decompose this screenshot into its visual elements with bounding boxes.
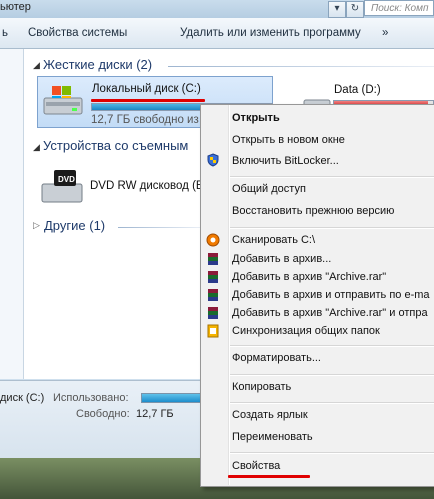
antivirus-icon xyxy=(206,233,220,247)
menu-separator xyxy=(230,176,434,178)
address-bar-text[interactable]: ьютер xyxy=(0,1,31,13)
refresh-icon[interactable]: ↻ xyxy=(346,1,364,18)
menu-item-add-archive[interactable]: Добавить в архив... xyxy=(232,253,331,265)
menu-item-add-archive-email[interactable]: Добавить в архив и отправить по e-ma xyxy=(232,289,430,301)
dvd-icon-text: DVD xyxy=(58,175,75,184)
toolbar-item-partial[interactable]: ь xyxy=(2,27,8,39)
menu-item-restore-version[interactable]: Восстановить прежнюю версию xyxy=(232,205,394,217)
menu-item-open[interactable]: Открыть xyxy=(232,112,280,124)
collapse-arrow-icon[interactable]: ◢ xyxy=(33,60,40,71)
details-free-label: Свободно: xyxy=(76,408,130,420)
menu-separator xyxy=(230,374,434,376)
details-free-value: 12,7 ГБ xyxy=(136,408,174,420)
uninstall-program-button[interactable]: Удалить или изменить программу xyxy=(180,27,361,39)
drive-c-free-space: 12,7 ГБ свободно из xyxy=(91,114,199,126)
dvd-drive-icon xyxy=(41,170,83,203)
menu-item-add-archive-rar[interactable]: Добавить в архив "Archive.rar" xyxy=(232,271,386,283)
menu-item-bitlocker[interactable]: Включить BitLocker... xyxy=(232,155,339,167)
group-header-hard-disks[interactable]: Жесткие диски (2) xyxy=(43,57,152,72)
menu-separator xyxy=(230,452,434,454)
menu-item-sharing[interactable]: Общий доступ xyxy=(232,183,306,195)
details-used-label: Использовано: xyxy=(53,392,129,404)
menu-item-open-new-window[interactable]: Открыть в новом окне xyxy=(232,134,345,146)
menu-separator xyxy=(230,227,434,229)
highlight-underline xyxy=(91,99,205,102)
winrar-icon xyxy=(208,253,218,265)
drive-c-name: Локальный диск (C:) xyxy=(92,83,201,95)
search-input[interactable]: Поиск: Комп xyxy=(364,0,434,16)
address-dropdown-button[interactable]: ▾ xyxy=(328,1,346,18)
menu-item-scan[interactable]: Сканировать C:\ xyxy=(232,234,315,246)
system-properties-button[interactable]: Свойства системы xyxy=(28,27,127,39)
group-header-other[interactable]: Другие (1) xyxy=(44,218,105,233)
expand-arrow-icon[interactable]: ▷ xyxy=(33,220,40,231)
details-usage-bar xyxy=(141,393,201,403)
menu-item-rename[interactable]: Переименовать xyxy=(232,431,313,443)
menu-icon-gutter xyxy=(228,105,230,485)
shield-icon xyxy=(207,153,219,167)
menu-item-add-archive-rar-email[interactable]: Добавить в архив "Archive.rar" и отпра xyxy=(232,307,428,319)
menu-separator xyxy=(230,402,434,404)
menu-item-properties[interactable]: Свойства xyxy=(232,460,280,472)
command-toolbar: ь Свойства системы Удалить или изменить … xyxy=(0,18,434,49)
group-divider xyxy=(118,227,200,228)
winrar-icon xyxy=(208,289,218,301)
sync-icon xyxy=(207,324,219,338)
menu-item-copy[interactable]: Копировать xyxy=(232,381,291,393)
navigation-pane[interactable] xyxy=(0,49,24,379)
winrar-icon xyxy=(208,307,218,319)
menu-separator xyxy=(230,345,434,347)
menu-item-format[interactable]: Форматировать... xyxy=(232,352,321,364)
menu-item-create-shortcut[interactable]: Создать ярлык xyxy=(232,409,308,421)
menu-item-sync[interactable]: Синхронизация общих папок xyxy=(232,325,380,337)
dvd-drive-name[interactable]: DVD RW дисковод (E xyxy=(90,180,204,192)
group-header-removable[interactable]: Устройства со съемным xyxy=(43,138,188,153)
hard-drive-icon xyxy=(43,86,83,115)
group-divider xyxy=(168,66,434,67)
drive-d-name[interactable]: Data (D:) xyxy=(334,84,381,96)
details-drive-name: диск (C:) xyxy=(0,392,45,404)
winrar-icon xyxy=(208,271,218,283)
collapse-arrow-icon[interactable]: ◢ xyxy=(33,142,40,153)
highlight-underline xyxy=(228,475,310,478)
title-bar: ьютер ▾ ↻ Поиск: Комп xyxy=(0,0,434,18)
toolbar-overflow-button[interactable]: » xyxy=(382,27,388,39)
